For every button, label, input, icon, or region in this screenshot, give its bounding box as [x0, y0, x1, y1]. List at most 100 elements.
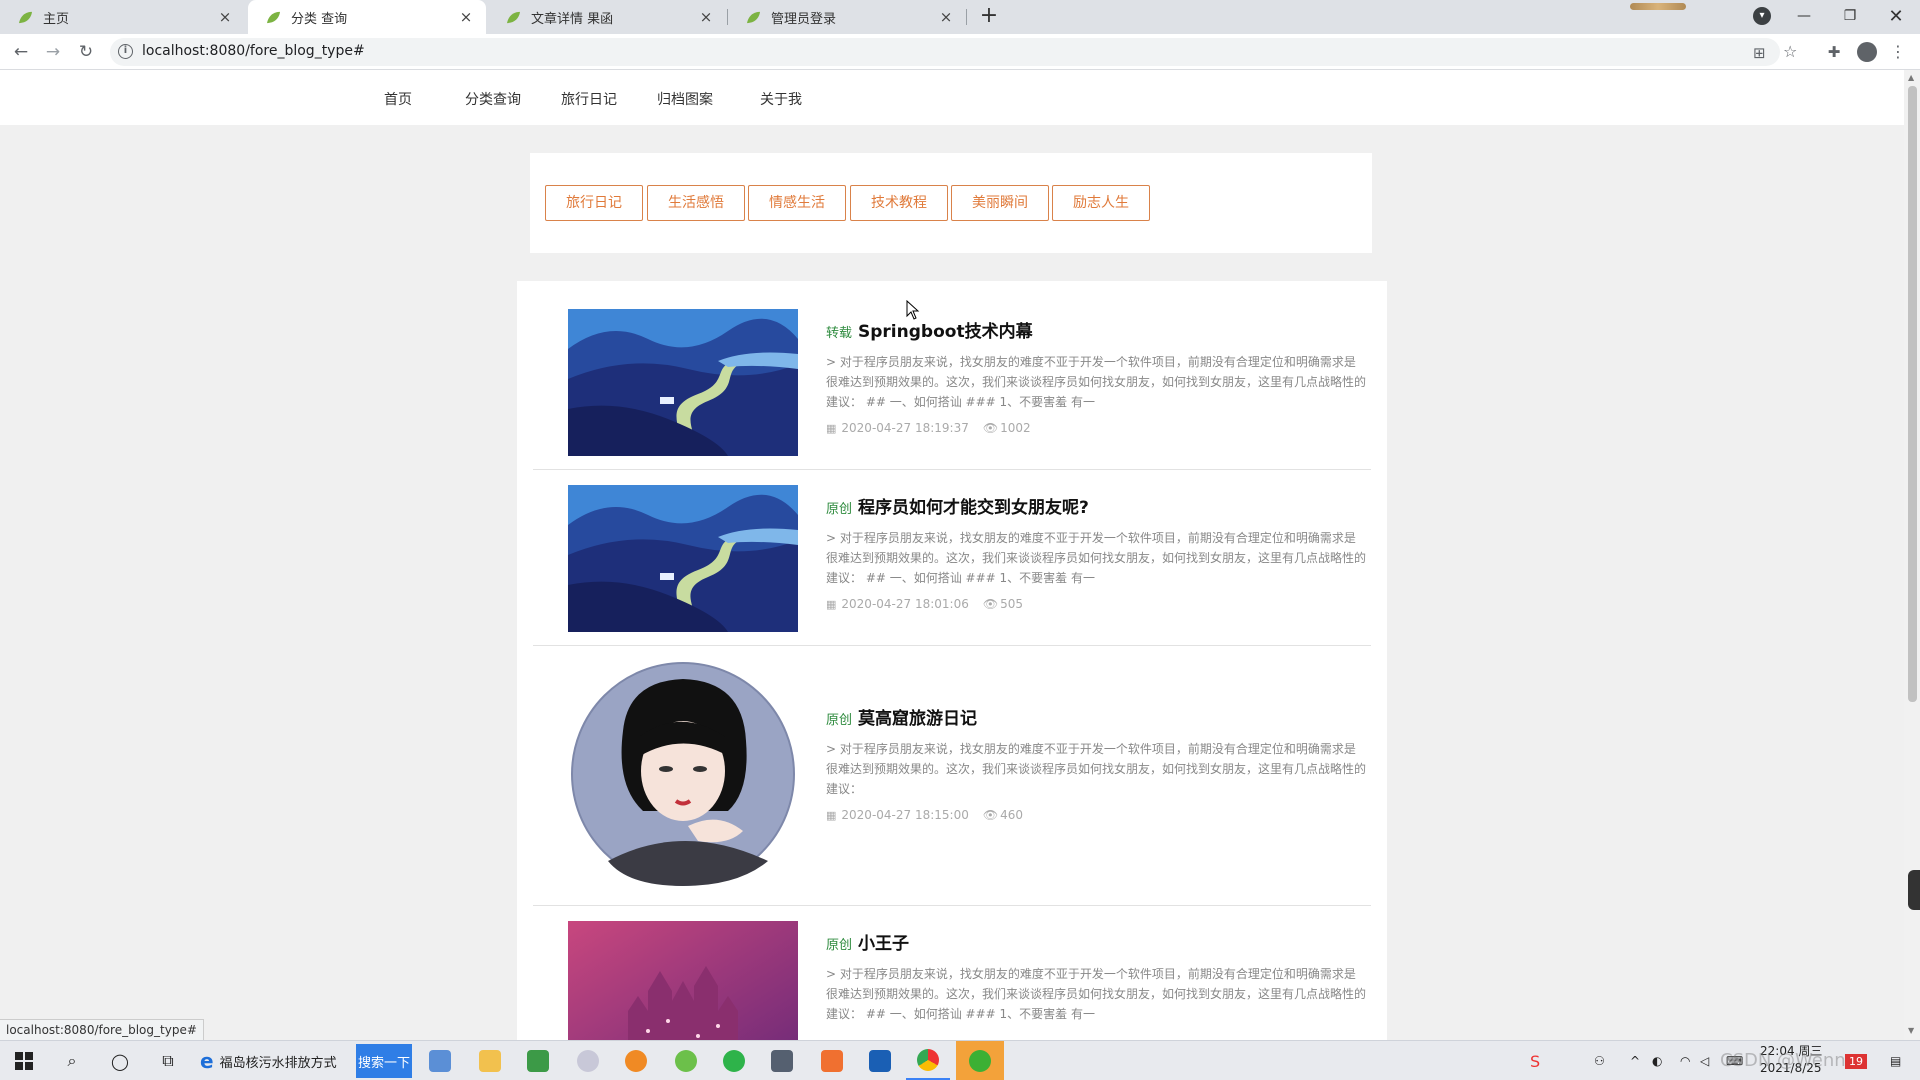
ie-search-box[interactable]: e 福岛核污水排放方式	[194, 1041, 344, 1080]
tab-close-icon[interactable]: ×	[938, 8, 954, 26]
article-item[interactable]: 原创 小王子 > 对于程序员朋友来说，找女朋友的难度不亚于开发一个软件项目，前期…	[533, 906, 1371, 1040]
site-nav: 首页 分类查询 旅行日记 归档图案 关于我	[0, 70, 1904, 125]
scroll-up-icon[interactable]: ▲	[1908, 73, 1914, 82]
tab-home[interactable]: 主页 ×	[0, 0, 245, 34]
article-date: 2020-04-27 18:15:00	[841, 808, 969, 822]
nav-about[interactable]: 关于我	[760, 89, 802, 109]
article-thumbnail[interactable]	[568, 485, 798, 632]
browser-toolbar: ← → ↻ i localhost:8080/fore_blog_type# ⊞…	[0, 34, 1920, 70]
tab-close-icon[interactable]: ×	[698, 8, 714, 26]
calendar-icon: ▦	[826, 597, 837, 611]
pink-castle-image	[568, 921, 798, 1040]
menu-icon[interactable]: ⋮	[1888, 42, 1908, 62]
tab-admin-login[interactable]: 管理员登录 ×	[728, 0, 966, 34]
leaf-icon	[267, 11, 280, 23]
green-app-icon[interactable]	[664, 1041, 708, 1080]
search-icon[interactable]: ⌕	[50, 1041, 94, 1080]
article-thumbnail[interactable]	[568, 661, 798, 887]
qq-icon[interactable]: ◐	[1652, 1041, 1662, 1080]
article-title[interactable]: 小王子	[858, 929, 909, 954]
tab-search-icon[interactable]: ▾	[1753, 7, 1771, 25]
category-button[interactable]: 情感生活	[748, 185, 846, 221]
nav-category-query[interactable]: 分类查询	[465, 89, 521, 109]
article-item[interactable]: 原创 程序员如何才能交到女朋友呢? > 对于程序员朋友来说，找女朋友的难度不亚于…	[533, 470, 1371, 646]
article-views: 505	[1000, 597, 1023, 611]
notification-badge[interactable]: 19	[1845, 1041, 1867, 1080]
extensions-icon[interactable]: ✚	[1824, 42, 1844, 62]
tab-close-icon[interactable]: ×	[458, 8, 474, 26]
category-button[interactable]: 生活感悟	[647, 185, 745, 221]
article-meta: ▦ 2020-04-27 18:15:00 👁 460	[826, 808, 1023, 822]
tray-app-icon[interactable]: S	[1530, 1041, 1540, 1080]
browser-app-icon[interactable]	[566, 1041, 610, 1080]
tab-title: 文章详情 果函	[531, 11, 614, 27]
ie-search-text[interactable]: 福岛核污水排放方式	[220, 1052, 337, 1071]
idea-app-icon[interactable]	[712, 1041, 756, 1080]
leaf-icon	[747, 11, 760, 23]
network-icon[interactable]: ◠	[1680, 1041, 1690, 1080]
info-icon[interactable]: i	[118, 44, 133, 59]
people-icon[interactable]: ⚇	[1594, 1041, 1605, 1080]
csdn-watermark: CSDN @Wenn	[1720, 1050, 1846, 1071]
category-button[interactable]: 励志人生	[1052, 185, 1150, 221]
nav-travel-diary[interactable]: 旅行日记	[561, 89, 617, 109]
back-icon[interactable]: ←	[9, 40, 33, 64]
article-excerpt: > 对于程序员朋友来说，找女朋友的难度不亚于开发一个软件项目，前期没有合理定位和…	[826, 355, 1367, 409]
chrome-app-icon[interactable]	[906, 1041, 950, 1080]
article-tag: 转载	[826, 326, 853, 341]
file-explorer-icon[interactable]	[468, 1041, 512, 1080]
window-app-icon[interactable]	[760, 1041, 804, 1080]
address-bar[interactable]: i localhost:8080/fore_blog_type# ⊞ ☆	[110, 38, 1797, 66]
article-title[interactable]: 莫高窟旅游日记	[858, 704, 977, 729]
close-window-icon[interactable]: ✕	[1873, 0, 1919, 32]
tab-close-icon[interactable]: ×	[217, 8, 233, 26]
new-tab-button[interactable]: +	[976, 4, 1002, 30]
cortana-icon[interactable]: ◯	[98, 1041, 142, 1080]
article-item[interactable]: 转载 Springboot技术内幕 > 对于程序员朋友来说，找女朋友的难度不亚于…	[533, 281, 1371, 470]
nav-home[interactable]: 首页	[384, 89, 412, 109]
article-meta: ▦ 2020-04-27 18:19:37 👁 1002	[826, 421, 1031, 435]
tab-separator	[966, 9, 967, 25]
volume-icon[interactable]: ◁	[1700, 1041, 1709, 1080]
chart-app-icon[interactable]	[516, 1041, 560, 1080]
notepad-app-icon[interactable]	[418, 1041, 462, 1080]
leaf-icon	[507, 11, 520, 23]
search-app-icon[interactable]	[614, 1041, 658, 1080]
eye-icon: 👁	[982, 808, 999, 822]
article-tag: 原创	[826, 938, 853, 953]
terminal-app-icon[interactable]	[858, 1041, 902, 1080]
nav-archive[interactable]: 归档图案	[657, 89, 713, 109]
url-text[interactable]: localhost:8080/fore_blog_type#	[142, 43, 365, 59]
article-title[interactable]: 程序员如何才能交到女朋友呢?	[858, 493, 1089, 518]
star-icon[interactable]: ☆	[1783, 42, 1797, 61]
article-title[interactable]: Springboot技术内幕	[858, 317, 1033, 342]
category-button[interactable]: 美丽瞬间	[951, 185, 1049, 221]
article-thumbnail[interactable]	[568, 921, 798, 1040]
action-center-icon[interactable]: ▤	[1890, 1041, 1901, 1080]
article-thumbnail[interactable]	[568, 309, 798, 456]
translate-icon[interactable]: ⊞	[1753, 44, 1766, 62]
wechat-app-icon[interactable]	[956, 1041, 1004, 1080]
article-heading: 转载 Springboot技术内幕	[826, 317, 1033, 342]
tab-article-detail[interactable]: 文章详情 果函 ×	[488, 0, 726, 34]
category-button[interactable]: 技术教程	[850, 185, 948, 221]
tab-title: 主页	[43, 11, 70, 27]
article-item[interactable]: 原创 莫高窟旅游日记 > 对于程序员朋友来说，找女朋友的难度不亚于开发一个软件项…	[533, 646, 1371, 906]
tray-expand-icon[interactable]: ^	[1630, 1041, 1640, 1080]
scrollbar-thumb[interactable]	[1908, 86, 1917, 702]
minimize-icon[interactable]: —	[1781, 0, 1827, 32]
side-panel-handle[interactable]	[1908, 870, 1920, 910]
profile-icon[interactable]	[1857, 42, 1877, 62]
landscape-road-image	[568, 485, 798, 632]
task-view-icon[interactable]: ⧉	[146, 1041, 190, 1080]
tab-category-query[interactable]: 分类 查询 ×	[248, 0, 486, 34]
restore-icon[interactable]: ❐	[1827, 0, 1873, 32]
windows-start-icon[interactable]	[2, 1041, 46, 1080]
search-go-button[interactable]: 搜索一下	[356, 1044, 412, 1078]
eye-icon: 👁	[982, 421, 999, 435]
reload-icon[interactable]: ↻	[74, 40, 98, 64]
scroll-down-icon[interactable]: ▼	[1908, 1026, 1914, 1035]
category-button[interactable]: 旅行日记	[545, 185, 643, 221]
settings-app-icon[interactable]	[810, 1041, 854, 1080]
forward-icon[interactable]: →	[41, 40, 65, 64]
